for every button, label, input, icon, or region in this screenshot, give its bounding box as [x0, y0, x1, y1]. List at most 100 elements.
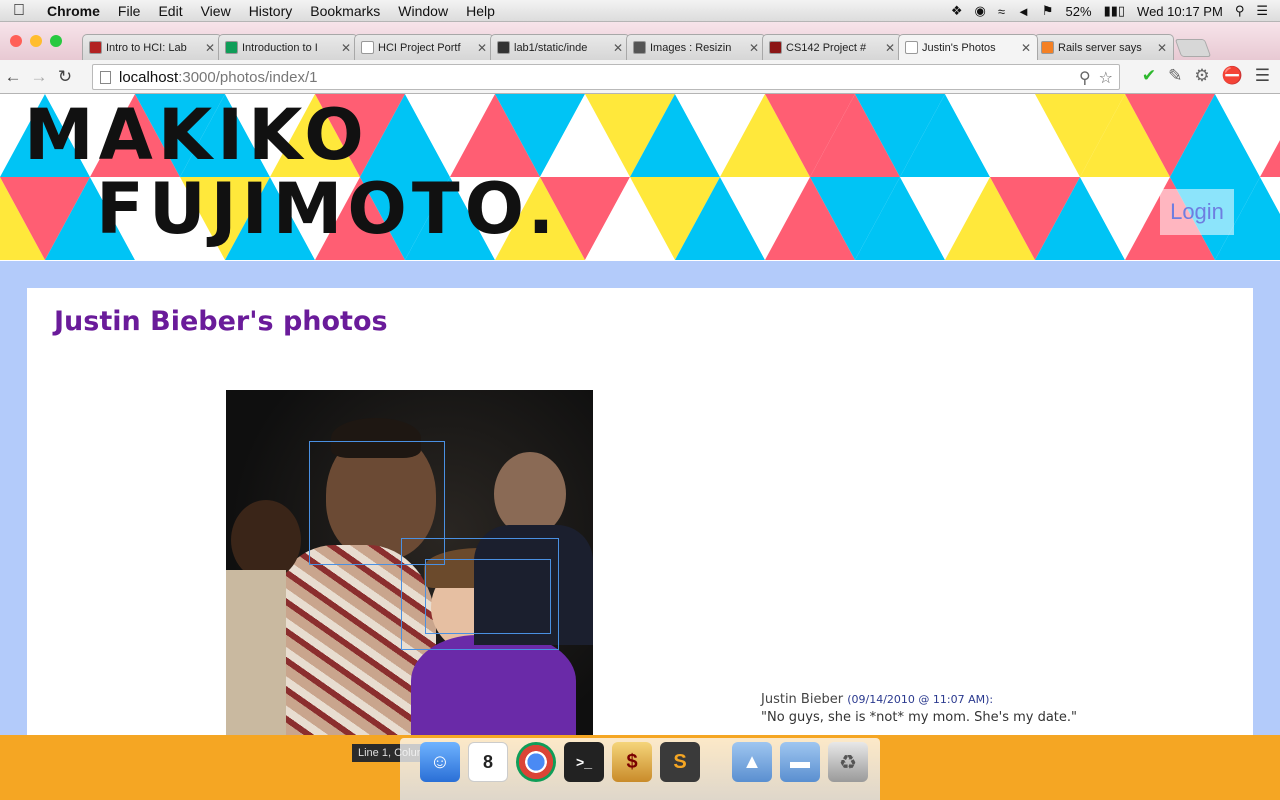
clock[interactable]: Wed 10:17 PM — [1137, 4, 1223, 19]
url-host: localhost — [119, 68, 179, 86]
site-logo-line2[interactable]: FUJIMOTO. — [96, 174, 559, 244]
tab-favicon-icon — [497, 41, 510, 54]
calendar-icon[interactable]: 8 — [468, 742, 508, 782]
tab-label: Introduction to I — [242, 41, 318, 54]
notification-center-icon[interactable]: ☰ — [1256, 3, 1268, 19]
browser-tab[interactable]: CS142 Project # ✕ — [762, 34, 902, 60]
tab-favicon-icon — [1041, 41, 1054, 54]
battery-icon: ▮▮▯ — [1103, 3, 1126, 18]
forward-button[interactable]: → — [26, 67, 52, 87]
photo-person-outfit — [226, 570, 286, 735]
comment: Justin Bieber (09/14/2010 @ 11:07 AM): "… — [761, 692, 1077, 725]
menu-bar:  Chrome File Edit View History Bookmark… — [0, 0, 1280, 22]
tab-close-icon[interactable]: ✕ — [1157, 41, 1167, 55]
apple-icon[interactable]:  — [0, 2, 38, 20]
tab-label: CS142 Project # — [786, 41, 867, 54]
checkmark-extension-icon[interactable]: ✔ — [1142, 66, 1156, 86]
browser-tab[interactable]: Rails server says ✕ — [1034, 34, 1174, 60]
face-tag-box[interactable] — [425, 559, 551, 634]
finder-icon[interactable]: ☺ — [420, 742, 460, 782]
browser-tab[interactable]: Justin's Photos ✕ — [898, 34, 1038, 60]
tab-label: Rails server says — [1058, 41, 1142, 54]
tab-close-icon[interactable]: ✕ — [1021, 41, 1031, 55]
window-controls — [10, 35, 62, 47]
browser-tab[interactable]: Images : Resizin ✕ — [626, 34, 766, 60]
chrome-icon[interactable] — [516, 742, 556, 782]
site-logo-line1[interactable]: MAKIKO — [24, 100, 369, 170]
trash-icon[interactable]: ♻ — [828, 742, 868, 782]
tab-close-icon[interactable]: ✕ — [885, 41, 895, 55]
login-button[interactable]: Login — [1160, 189, 1234, 235]
browser-toolbar: ← → ↻ localhost:3000/photos/index/1 ⚲ ☆ … — [0, 60, 1280, 94]
chrome-menu-icon[interactable]: ☰ — [1255, 66, 1270, 86]
wifi-icon[interactable]: ≈ — [998, 4, 1005, 19]
comment-author[interactable]: Justin Bieber — [761, 692, 843, 707]
reload-button[interactable]: ↻ — [52, 67, 78, 87]
menu-help[interactable]: Help — [457, 3, 504, 19]
menu-bookmarks[interactable]: Bookmarks — [301, 3, 389, 19]
comment-timestamp: (09/14/2010 @ 11:07 AM): — [847, 693, 994, 706]
tab-label: Images : Resizin — [650, 41, 732, 54]
tab-favicon-icon — [905, 41, 918, 54]
url-path: :3000/photos/index/1 — [178, 68, 318, 86]
search-icon[interactable]: ⚲ — [1079, 68, 1091, 88]
photo-person-face — [494, 452, 566, 536]
dock-icons: ☺ 8 >_ $ S ▲ ▬ ♻ — [420, 742, 868, 782]
new-tab-button[interactable] — [1174, 39, 1212, 57]
tab-favicon-icon — [89, 41, 102, 54]
browser-tab[interactable]: HCI Project Portf ✕ — [354, 34, 494, 60]
tab-close-icon[interactable]: ✕ — [205, 41, 215, 55]
back-button[interactable]: ← — [0, 67, 26, 87]
browser-tab[interactable]: lab1/static/inde ✕ — [490, 34, 630, 60]
dropbox-icon[interactable]: ❖ — [951, 3, 963, 19]
tab-label: Intro to HCI: Lab — [106, 41, 187, 54]
menu-app-name[interactable]: Chrome — [38, 3, 109, 19]
tab-favicon-icon — [225, 41, 238, 54]
bookmark-star-icon[interactable]: ☆ — [1099, 68, 1113, 88]
tab-strip: Intro to HCI: Lab ✕ Introduction to I ✕ HCI … — [0, 22, 1280, 60]
menu-file[interactable]: File — [109, 3, 150, 19]
eyedropper-extension-icon[interactable]: ✎ — [1168, 66, 1182, 86]
photo[interactable] — [226, 390, 593, 735]
tab-label: HCI Project Portf — [378, 41, 461, 54]
documents-folder-icon[interactable]: ▬ — [780, 742, 820, 782]
flag-icon[interactable]: ⚑ — [1042, 3, 1054, 19]
adblock-extension-icon[interactable]: ⛔ — [1222, 66, 1243, 86]
tab-label: Justin's Photos — [922, 41, 996, 54]
minimize-window-button[interactable] — [30, 35, 42, 47]
browser-tab[interactable]: Introduction to I ✕ — [218, 34, 358, 60]
zoom-window-button[interactable] — [50, 35, 62, 47]
menu-edit[interactable]: Edit — [149, 3, 191, 19]
sublime-text-icon[interactable]: S — [660, 742, 700, 782]
comment-text: "No guys, she is *not* my mom. She's my … — [761, 710, 1078, 725]
cashculator-icon[interactable]: $ — [612, 742, 652, 782]
web-page: MAKIKO FUJIMOTO. Login Justin Bieber's p… — [0, 94, 1280, 735]
tab-close-icon[interactable]: ✕ — [749, 41, 759, 55]
tab-favicon-icon — [769, 41, 782, 54]
tab-close-icon[interactable]: ✕ — [477, 41, 487, 55]
tab-list: Intro to HCI: Lab ✕ Introduction to I ✕ HCI … — [82, 34, 1212, 60]
menu-view[interactable]: View — [192, 3, 240, 19]
close-window-button[interactable] — [10, 35, 22, 47]
tab-label: lab1/static/inde — [514, 41, 588, 54]
volume-icon[interactable]: ◄ — [1017, 4, 1030, 19]
tab-close-icon[interactable]: ✕ — [613, 41, 623, 55]
tab-close-icon[interactable]: ✕ — [341, 41, 351, 55]
terminal-icon[interactable]: >_ — [564, 742, 604, 782]
battery-text[interactable]: 52% — [1066, 4, 1092, 19]
applications-folder-icon[interactable]: ▲ — [732, 742, 772, 782]
tab-favicon-icon — [361, 41, 374, 54]
content-panel: Justin Bieber's photos Justin Bieber (09… — [27, 288, 1253, 735]
tab-favicon-icon — [633, 41, 646, 54]
site-banner: MAKIKO FUJIMOTO. Login — [0, 94, 1280, 261]
puzzle-extension-icon[interactable]: ⚙ — [1194, 66, 1209, 86]
evernote-icon[interactable]: ◉ — [975, 3, 986, 19]
address-bar[interactable]: localhost:3000/photos/index/1 ⚲ ☆ — [92, 64, 1120, 90]
photo-person-face — [231, 500, 301, 580]
menu-window[interactable]: Window — [389, 3, 457, 19]
menu-history[interactable]: History — [240, 3, 302, 19]
browser-tab[interactable]: Intro to HCI: Lab ✕ — [82, 34, 222, 60]
page-icon — [100, 71, 111, 84]
photo-person-outfit — [411, 635, 576, 735]
spotlight-icon[interactable]: ⚲ — [1235, 3, 1245, 19]
